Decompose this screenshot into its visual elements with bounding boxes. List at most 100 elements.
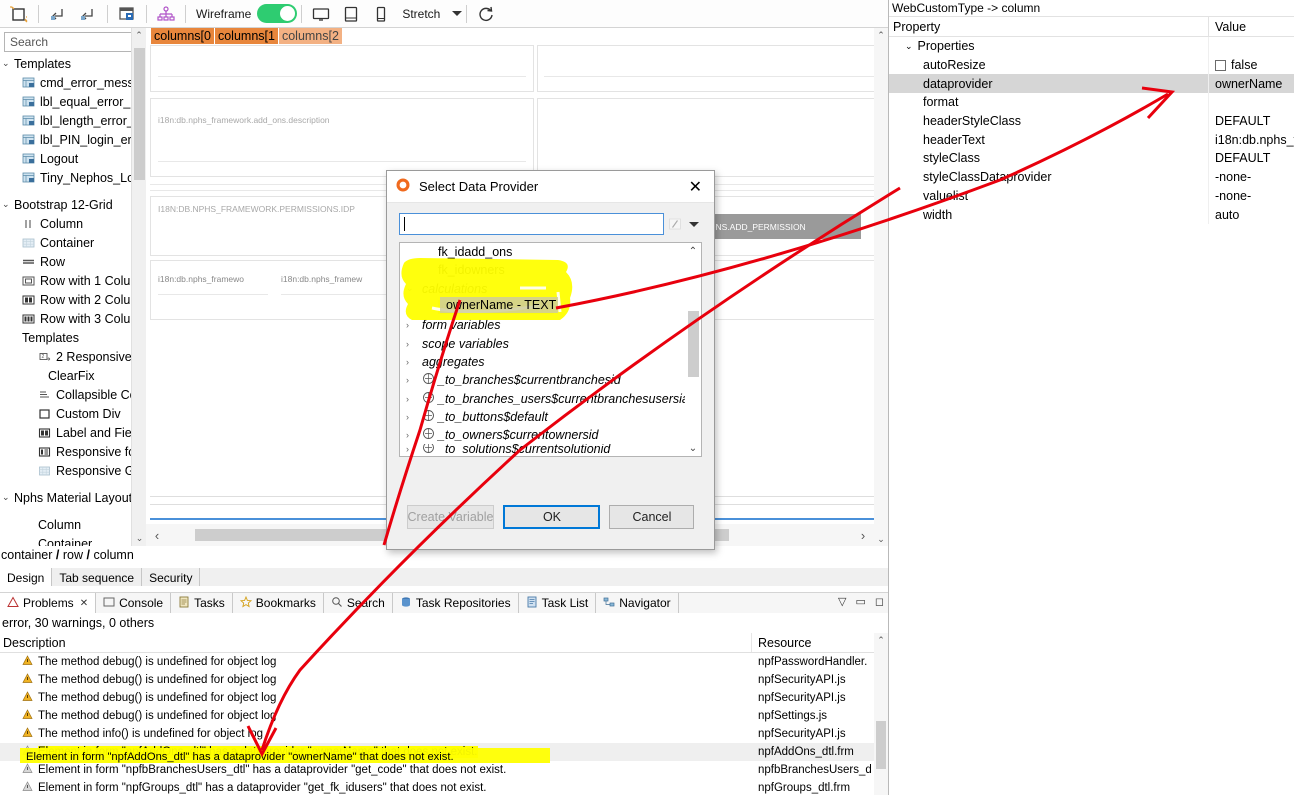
palette-item-row-with-2-columns[interactable]: Row with 2 Colum [0,290,145,309]
problems-scroll-thumb[interactable] [876,721,886,769]
table-row[interactable]: Element in form "npfbBranchesUsers_dtl" … [0,761,888,779]
palette-item-lbl-equal-error-message[interactable]: lbl_equal_error_me [0,92,145,111]
property-row-format[interactable]: format [889,93,1294,112]
palette-item-clearfix[interactable]: ClearFix [0,366,145,385]
tab-search[interactable]: Search [324,593,393,613]
palette-item-logout[interactable]: Logout [0,149,145,168]
chevron-down-icon[interactable] [686,214,702,234]
minimize-icon[interactable]: ▭ [855,595,865,608]
property-value-cell[interactable]: ownerName [1209,74,1294,93]
refresh-icon[interactable] [471,2,501,26]
maximize-icon[interactable]: ◻ [875,595,884,608]
palette-item-row[interactable]: Row [0,252,145,271]
property-value-cell[interactable]: auto [1209,205,1294,224]
stretch-label[interactable]: Stretch [396,7,446,21]
table-row[interactable]: The method debug() is undefined for obje… [0,653,888,671]
scroll-up-icon[interactable]: ⌃ [132,28,146,43]
property-row-headertext[interactable]: headerText i18n:db.nphs_fra [889,130,1294,150]
canvas-panel-right-mid[interactable] [537,98,885,177]
canvas-vertical-scrollbar[interactable]: ⌃ ⌄ [874,28,888,546]
tree-item-to-branches-users[interactable]: › _to_branches_users$currentbranchesuser… [400,389,701,407]
tab-console[interactable]: Console [96,593,172,613]
column-header-description[interactable]: Description [0,633,752,652]
scroll-down-icon[interactable]: ⌄ [874,532,888,546]
column-chip-0[interactable]: columns[0 [151,28,215,44]
chevron-down-icon[interactable]: ⌄ [2,58,14,69]
column-header-property[interactable]: Property [889,17,1209,36]
filter-input[interactable] [399,213,664,235]
canvas-field-2[interactable]: i18n:db.nphs_framew [281,274,362,284]
tab-problems[interactable]: Problems ✕ [0,593,97,613]
property-value-cell[interactable]: DEFAULT [1209,112,1294,131]
table-row[interactable]: Element in form "npfAddOns_dtl" has a da… [0,743,888,761]
canvas-add-permission-button[interactable]: D_ONS.ADD_PERMISSION [692,214,861,239]
scroll-right-icon[interactable]: › [852,528,874,543]
property-value-cell[interactable]: -none- [1209,168,1294,187]
palette-item-cmd-error-message[interactable]: cmd_error_messag [0,73,145,92]
scroll-down-icon[interactable]: ⌄ [132,531,147,546]
autoresize-checkbox[interactable] [1215,59,1226,71]
property-row-dataprovider[interactable]: dataprovider ownerName [889,74,1294,94]
column-header-value[interactable]: Value [1209,17,1294,36]
palette-item-material-column[interactable]: Column [0,515,145,534]
chevron-down-icon[interactable] [452,11,463,16]
property-value-cell[interactable] [1209,93,1294,112]
palette-item-row-with-1-column[interactable]: Row with 1 Colum [0,271,145,290]
close-icon[interactable]: ✕ [681,177,710,197]
column-chip-2[interactable]: columns[2 [278,28,343,44]
palette-item-lbl-pin-login-error[interactable]: lbl_PIN_login_erro [0,130,145,149]
tree-item-to-solutions[interactable]: › _to_solutions$currentsolutionid [400,444,701,454]
scroll-down-icon[interactable]: ⌄ [685,440,701,456]
canvas-description-panel[interactable] [150,98,534,177]
tree-item-aggregates[interactable]: › aggregates [400,353,701,371]
move-down-right-icon[interactable] [73,2,103,26]
select-tool-icon[interactable] [4,2,34,26]
close-icon[interactable]: ✕ [80,598,88,609]
tab-tasks[interactable]: Tasks [171,593,233,613]
palette-item-collapsible-container[interactable]: Collapsible Co [0,385,145,404]
canvas-panel-right-top[interactable] [537,45,885,92]
tree-item-ownername[interactable]: ownerName - TEXT [400,298,701,316]
properties-group-row[interactable]: ⌄ Properties [889,37,1294,56]
property-row-autoresize[interactable]: autoResize false [889,55,1294,75]
column-chip-1[interactable]: columns[1 [214,28,279,44]
column-header-resource[interactable]: Resource [752,633,872,652]
palette-scroll-thumb[interactable] [134,48,145,180]
palette-item-label-and-field[interactable]: Label and Fiel [0,423,145,442]
chevron-down-icon[interactable]: ⌄ [893,41,918,52]
desktop-icon[interactable] [306,2,336,26]
chevron-right-icon[interactable]: › [406,394,422,404]
table-row[interactable]: The method debug() is undefined for obje… [0,707,888,725]
table-row[interactable]: Element in form "npfGroups_dtl" has a da… [0,779,888,795]
tree-item-fk-idowners[interactable]: fk_idowners [400,261,701,279]
property-value-cell[interactable]: i18n:db.nphs_fra [1209,130,1294,149]
problems-vertical-scrollbar[interactable]: ⌃ [874,633,888,795]
tree-item-to-buttons[interactable]: › _to_buttons$default [400,408,701,426]
palette-search-input[interactable]: Search [4,32,141,52]
tab-design[interactable]: Design [0,568,53,586]
palette-group-bootstrap-12-grid[interactable]: ⌄ Bootstrap 12-Grid [0,195,145,214]
chevron-right-icon[interactable]: › [406,444,422,454]
filter-clear-icon[interactable] [667,214,683,234]
tree-item-calculations[interactable]: ⌄ calculations [400,280,701,298]
dataprovider-tree[interactable]: fk_idadd_ons fk_idowners ⌄ calculations … [399,242,702,457]
chevron-right-icon[interactable]: › [406,320,422,330]
create-variable-button[interactable]: Create Variable [406,505,495,529]
tab-tab-sequence[interactable]: Tab sequence [52,568,143,586]
palette-item-2-responsive[interactable]: 2 2 Responsive [0,347,145,366]
palette-group-nphs-material-layouts[interactable]: ⌄ Nphs Material Layouts [0,488,145,507]
chevron-down-icon[interactable]: ⌄ [2,492,14,503]
palette-item-row-with-3-columns[interactable]: Row with 3 Colum [0,309,145,328]
tab-security[interactable]: Security [142,568,201,586]
tablet-icon[interactable] [336,2,366,26]
table-row[interactable]: The method debug() is undefined for obje… [0,671,888,689]
breadcrumb-part-row[interactable]: row [63,548,83,562]
palette-item-responsive-form[interactable]: Responsive fo [0,442,145,461]
view-menu-icon[interactable]: ▽ [838,595,846,608]
chevron-down-icon[interactable]: ⌄ [406,283,422,294]
select-data-provider-dialog[interactable]: Select Data Provider ✕ fk_idadd_ons fk_i… [386,170,715,550]
wireframe-toggle[interactable] [257,4,298,23]
breadcrumb[interactable]: container / row / column [0,548,888,566]
table-row[interactable]: The method debug() is undefined for obje… [0,689,888,707]
tree-item-fk-idadd-ons[interactable]: fk_idadd_ons [400,243,701,261]
